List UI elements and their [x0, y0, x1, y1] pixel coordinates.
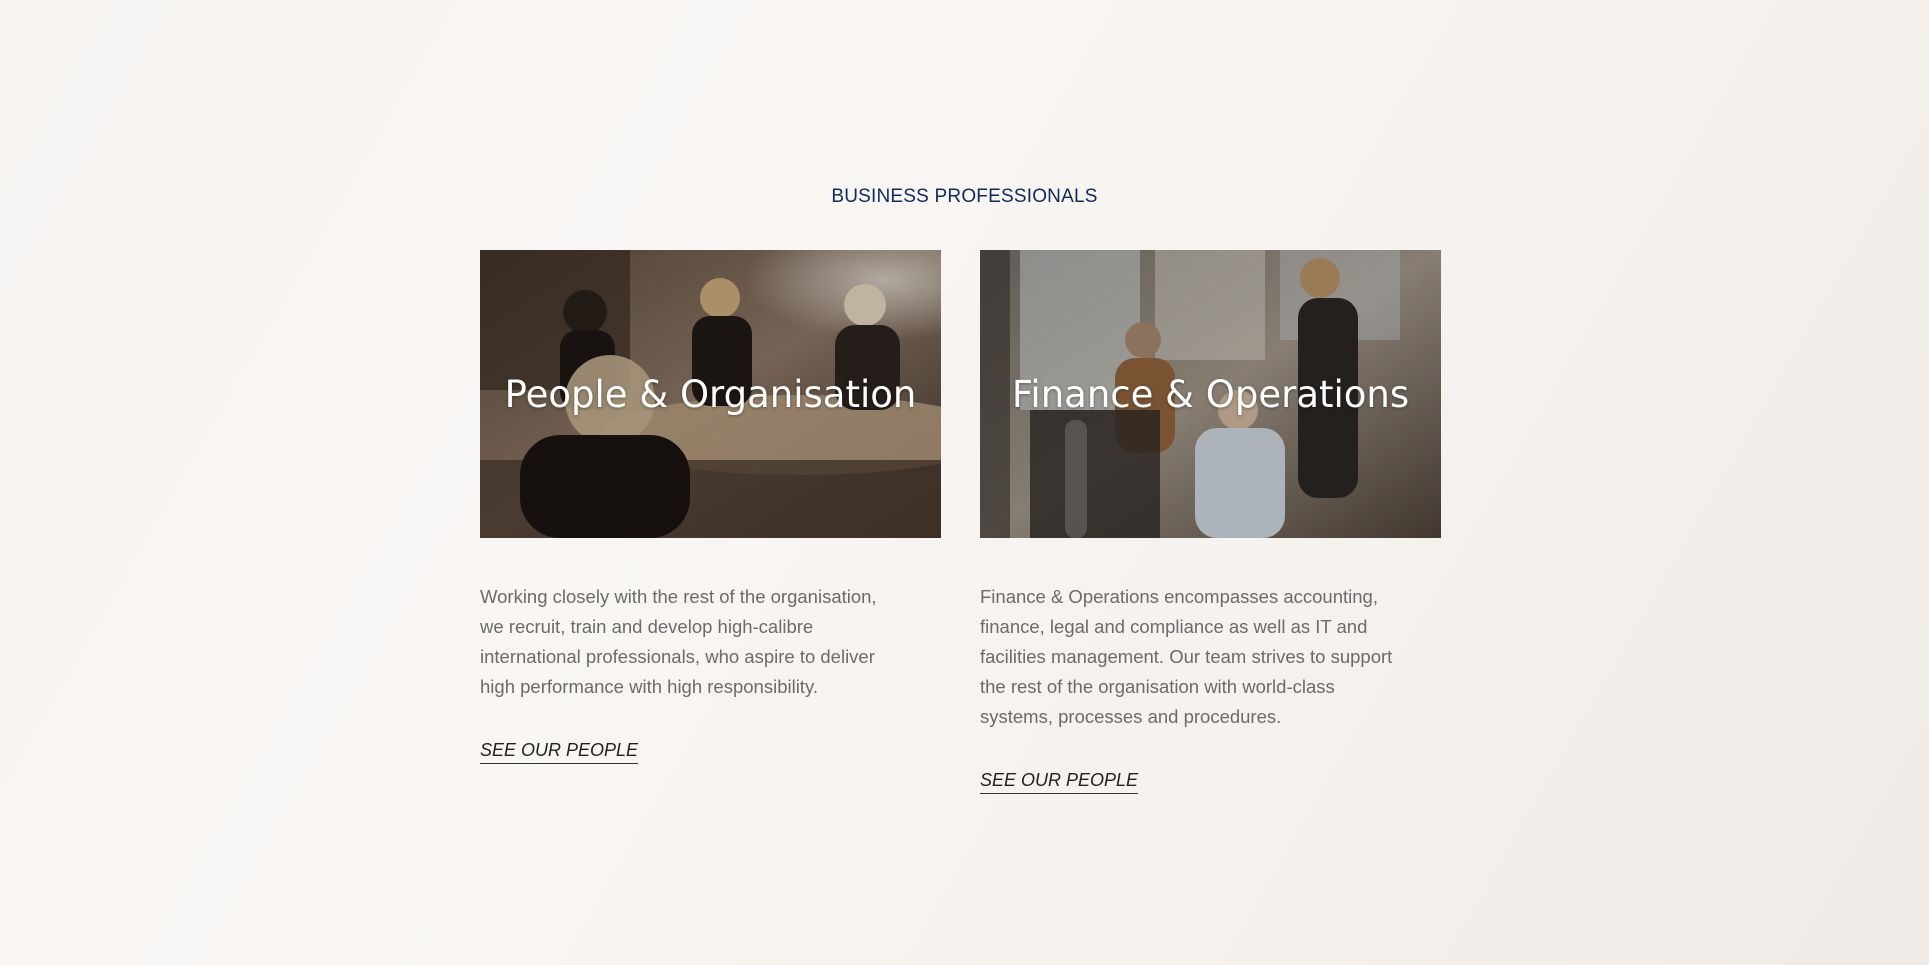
see-our-people-link[interactable]: SEE OUR PEOPLE — [480, 740, 639, 764]
see-our-people-link[interactable]: SEE OUR PEOPLE — [980, 770, 1139, 794]
card-finance-operations: Finance & Operations Finance & Operation… — [980, 250, 1441, 794]
card-image-office-photo[interactable]: Finance & Operations — [980, 250, 1441, 538]
card-heading: People & Organisation — [504, 372, 917, 416]
section-title: BUSINESS PROFESSIONALS — [831, 186, 1098, 207]
card-heading: Finance & Operations — [1011, 372, 1410, 416]
card-description: Finance & Operations encompasses account… — [980, 586, 1393, 727]
card-people-organisation: People & Organisation Working closely wi… — [480, 250, 941, 764]
card-image-meeting-photo[interactable]: People & Organisation — [480, 250, 941, 538]
card-description: Working closely with the rest of the org… — [480, 586, 877, 697]
